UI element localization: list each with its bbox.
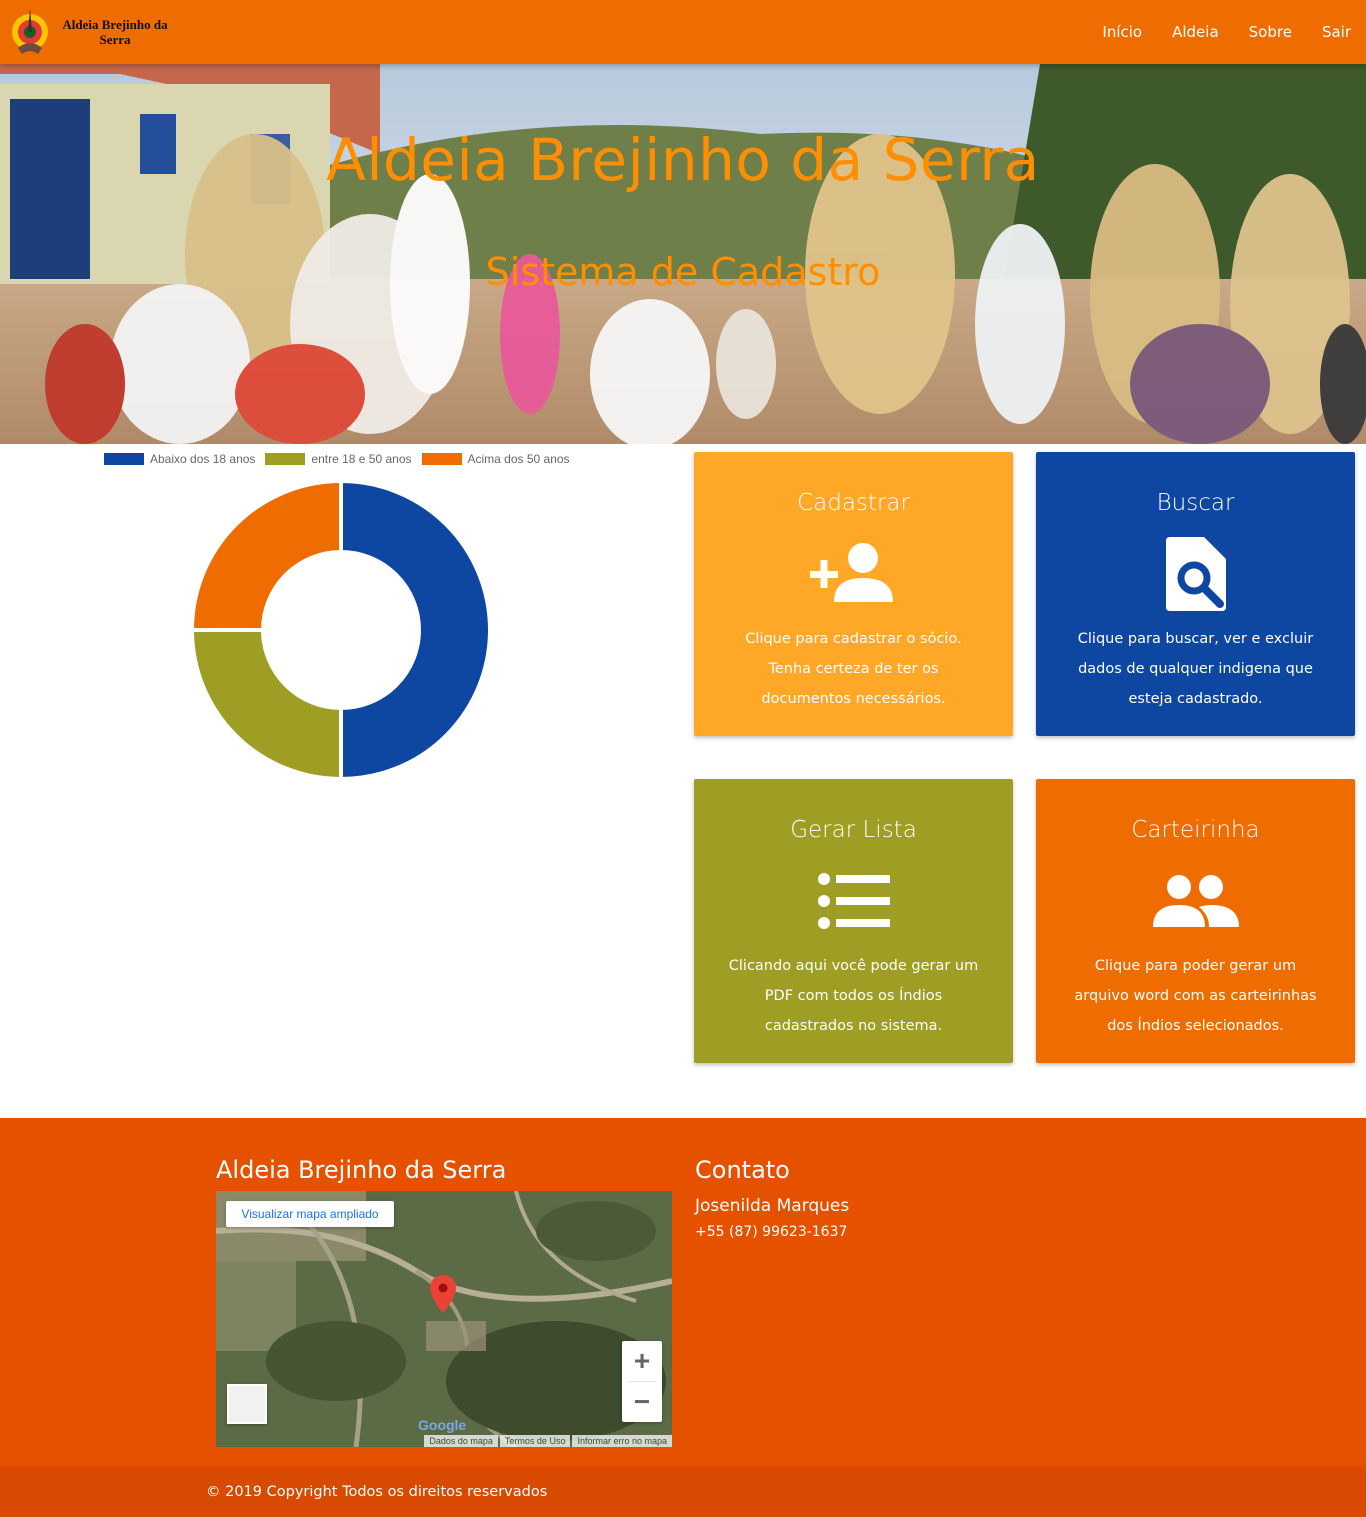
card-description: Clique para poder gerar um arquivo word … — [1074, 958, 1317, 1034]
brand-name: Aldeia Brejinho da Serra — [62, 17, 168, 47]
card-carteirinha[interactable]: Carteirinha Clique para poder gerar um a… — [1036, 779, 1355, 1063]
zoom-controls: + − — [622, 1341, 662, 1422]
footer-contact-title: Contato — [695, 1156, 790, 1184]
people-icon — [1036, 861, 1355, 941]
card-title: Buscar — [1156, 490, 1235, 516]
nav-sair[interactable]: Sair — [1307, 0, 1366, 64]
report-error-link[interactable]: Informar erro no mapa — [572, 1435, 672, 1447]
donut-slice-2[interactable] — [189, 478, 343, 632]
donut-slice-1[interactable] — [189, 628, 343, 782]
map-type-toggle[interactable] — [227, 1384, 267, 1424]
card-title: Carteirinha — [1131, 817, 1260, 843]
age-chart: Abaixo dos 18 anos entre 18 e 50 anos Acim… — [0, 444, 683, 794]
nav-aldeia[interactable]: Aldeia — [1157, 0, 1234, 64]
footer: Aldeia Brejinho da Serra Visualizar mapa… — [0, 1118, 1366, 1468]
copyright-text: © 2019 Copyright Todos os direitos reser… — [206, 1484, 548, 1500]
find-in-page-icon — [1036, 534, 1355, 614]
brand-link[interactable]: Aldeia Brejinho da Serra — [10, 4, 170, 60]
view-larger-map-link[interactable]: Visualizar mapa ampliado — [226, 1201, 394, 1227]
card-description: Clicando aqui você pode gerar um PDF com… — [728, 958, 979, 1034]
hero-title: Aldeia Brejinho da Serra — [326, 126, 1040, 194]
google-logo: Google — [418, 1417, 467, 1433]
hero-banner: Aldeia Brejinho da Serra Sistema de Cada… — [0, 64, 1366, 444]
satellite-imagery — [216, 1191, 672, 1447]
map-footer-links: Dados do mapa Termos de Uso Informar err… — [422, 1435, 672, 1447]
list-icon — [694, 861, 1013, 941]
nav-inicio[interactable]: Início — [1087, 0, 1157, 64]
zoom-in-button[interactable]: + — [622, 1341, 662, 1381]
card-cadastrar[interactable]: Cadastrar Clique para cadastrar o sócio.… — [694, 452, 1013, 736]
footer-aldeia-title: Aldeia Brejinho da Serra — [216, 1156, 507, 1184]
card-buscar[interactable]: Buscar Clique para buscar, ver e excluir… — [1036, 452, 1355, 736]
contact-phone: +55 (87) 99623-1637 — [695, 1224, 848, 1240]
card-title: Cadastrar — [797, 490, 910, 516]
card-title: Gerar Lista — [790, 817, 917, 843]
nav-sobre[interactable]: Sobre — [1234, 0, 1307, 64]
donut-chart — [189, 478, 492, 782]
map-data-link[interactable]: Dados do mapa — [424, 1435, 498, 1447]
navbar: Aldeia Brejinho da Serra Início Aldeia S… — [0, 0, 1366, 64]
person-add-icon — [694, 534, 1013, 614]
contact-name: Josenilda Marques — [695, 1196, 850, 1216]
feather-headdress-icon — [10, 8, 50, 56]
donut-slice-0[interactable] — [339, 478, 492, 782]
copyright-bar: © 2019 Copyright Todos os direitos reser… — [0, 1467, 1366, 1517]
terms-link[interactable]: Termos de Uso — [499, 1435, 571, 1447]
nav-menu: Início Aldeia Sobre Sair — [1087, 0, 1366, 64]
embedded-map[interactable]: Visualizar mapa ampliado + − Google Dado… — [216, 1191, 672, 1447]
card-description: Clique para buscar, ver e excluir dados … — [1077, 631, 1314, 707]
hero-subtitle: Sistema de Cadastro — [485, 250, 881, 294]
map-pin-icon — [430, 1275, 456, 1313]
card-description: Clique para cadastrar o sócio. Tenha cer… — [745, 631, 962, 707]
zoom-out-button[interactable]: − — [622, 1382, 662, 1422]
card-gerar-lista[interactable]: Gerar Lista Clicando aqui você pode gera… — [694, 779, 1013, 1063]
